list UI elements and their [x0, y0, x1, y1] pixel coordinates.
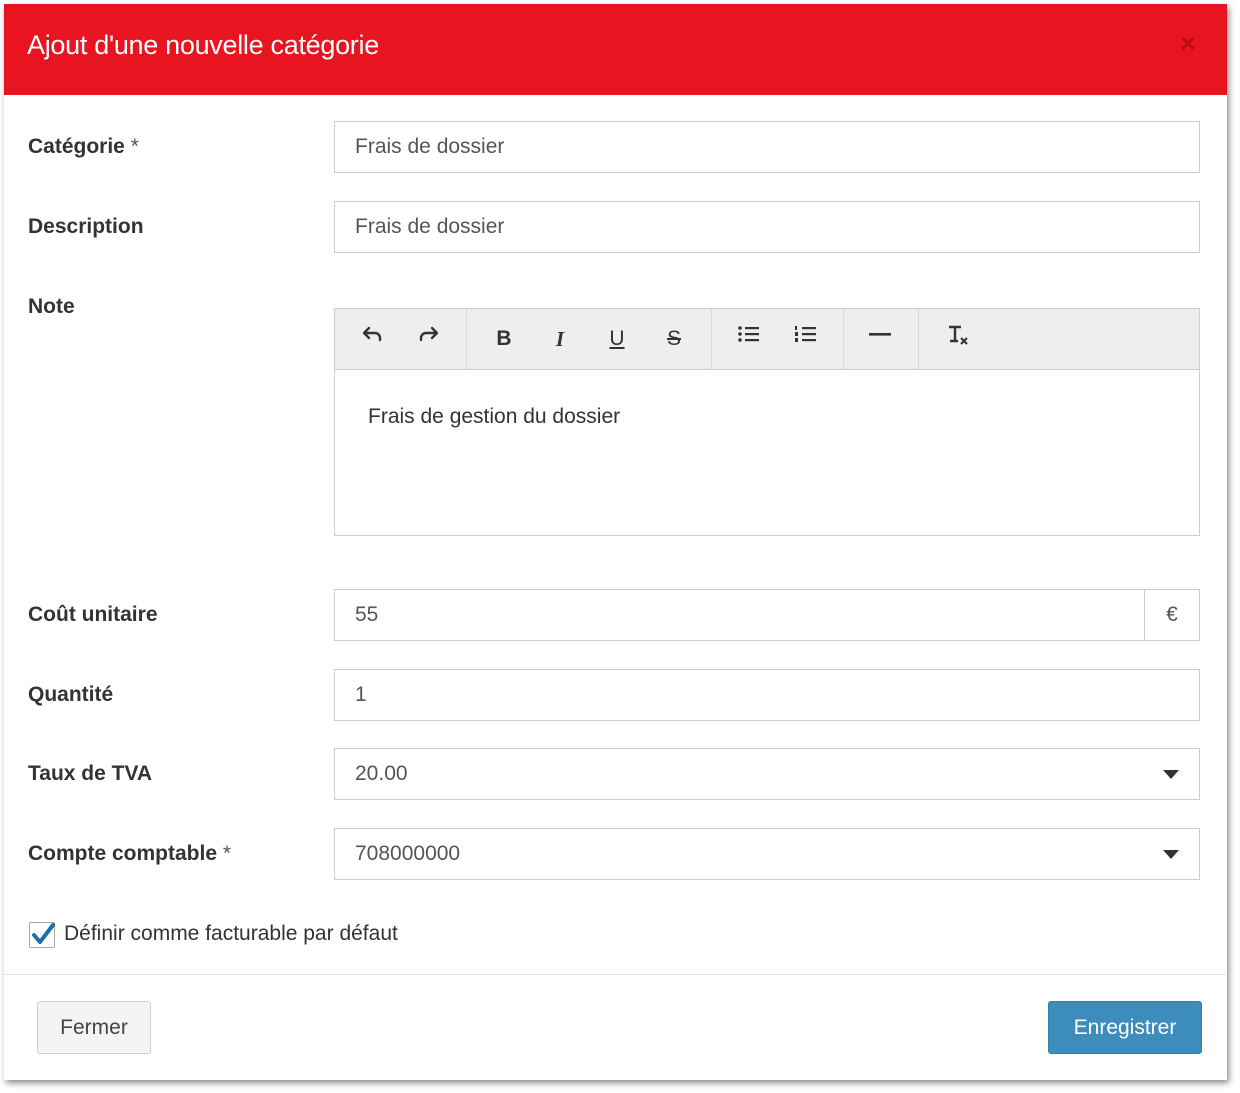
close-icon[interactable]: ×: [1175, 30, 1201, 56]
compte-comptable-value: 708000000: [355, 842, 461, 865]
cout-unitaire-input[interactable]: 55 €: [334, 589, 1200, 641]
checkmark-icon: [32, 923, 55, 944]
italic-icon[interactable]: I: [544, 323, 576, 355]
taux-tva-select[interactable]: 20.00: [334, 748, 1200, 800]
toolbar-separator: [918, 309, 919, 369]
compte-comptable-label: Compte comptable *: [28, 842, 231, 866]
editor-toolbar: B I U S: [335, 309, 1199, 370]
taux-tva-label: Taux de TVA: [28, 762, 153, 785]
chevron-down-icon: [1163, 850, 1179, 859]
compte-comptable-select[interactable]: 708000000: [334, 828, 1200, 880]
bullet-list-icon[interactable]: [733, 323, 765, 355]
compte-comptable-label-text: Compte comptable: [28, 842, 218, 865]
taux-tva-value: 20.00: [355, 762, 408, 785]
numbered-list-icon[interactable]: [790, 323, 822, 355]
categorie-label-text: Catégorie: [28, 135, 125, 158]
categorie-value: Frais de dossier: [355, 135, 505, 158]
quantite-input[interactable]: 1: [334, 669, 1200, 721]
bold-icon[interactable]: B: [488, 323, 520, 355]
modal-header: Ajout d'une nouvelle catégorie ×: [4, 4, 1227, 95]
strikethrough-icon[interactable]: S: [658, 323, 690, 355]
undo-icon[interactable]: [356, 323, 388, 355]
underline-icon[interactable]: U: [601, 323, 633, 355]
footer-divider: [4, 974, 1227, 975]
categorie-label: Catégorie *: [28, 135, 139, 159]
note-editor: B I U S Frais de gestion du dossier: [334, 308, 1200, 536]
cout-unitaire-label: Coût unitaire: [28, 603, 158, 626]
description-input[interactable]: Frais de dossier: [334, 201, 1200, 253]
close-button[interactable]: Fermer: [37, 1001, 151, 1054]
toolbar-separator: [711, 309, 712, 369]
description-value: Frais de dossier: [355, 215, 505, 238]
cout-unitaire-value: 55: [355, 603, 379, 626]
category-modal: Ajout d'une nouvelle catégorie × Catégor…: [4, 4, 1227, 1080]
horizontal-rule-icon[interactable]: [864, 323, 896, 355]
toolbar-separator: [843, 309, 844, 369]
toolbar-separator: [466, 309, 467, 369]
facturable-checkbox[interactable]: [29, 922, 55, 948]
quantite-label: Quantité: [28, 683, 114, 706]
redo-icon[interactable]: [413, 323, 445, 355]
note-content[interactable]: Frais de gestion du dossier: [368, 405, 620, 429]
categorie-input[interactable]: Frais de dossier: [334, 121, 1200, 173]
save-button[interactable]: Enregistrer: [1048, 1001, 1202, 1054]
note-label: Note: [28, 295, 75, 318]
currency-addon: €: [1144, 590, 1199, 640]
required-marker: *: [130, 135, 139, 158]
clear-format-icon[interactable]: [942, 323, 974, 355]
facturable-label[interactable]: Définir comme facturable par défaut: [64, 922, 398, 946]
description-label: Description: [28, 215, 144, 238]
chevron-down-icon: [1163, 770, 1179, 779]
quantite-value: 1: [355, 683, 367, 706]
modal-title: Ajout d'une nouvelle catégorie: [27, 30, 379, 60]
required-marker: *: [222, 842, 232, 865]
